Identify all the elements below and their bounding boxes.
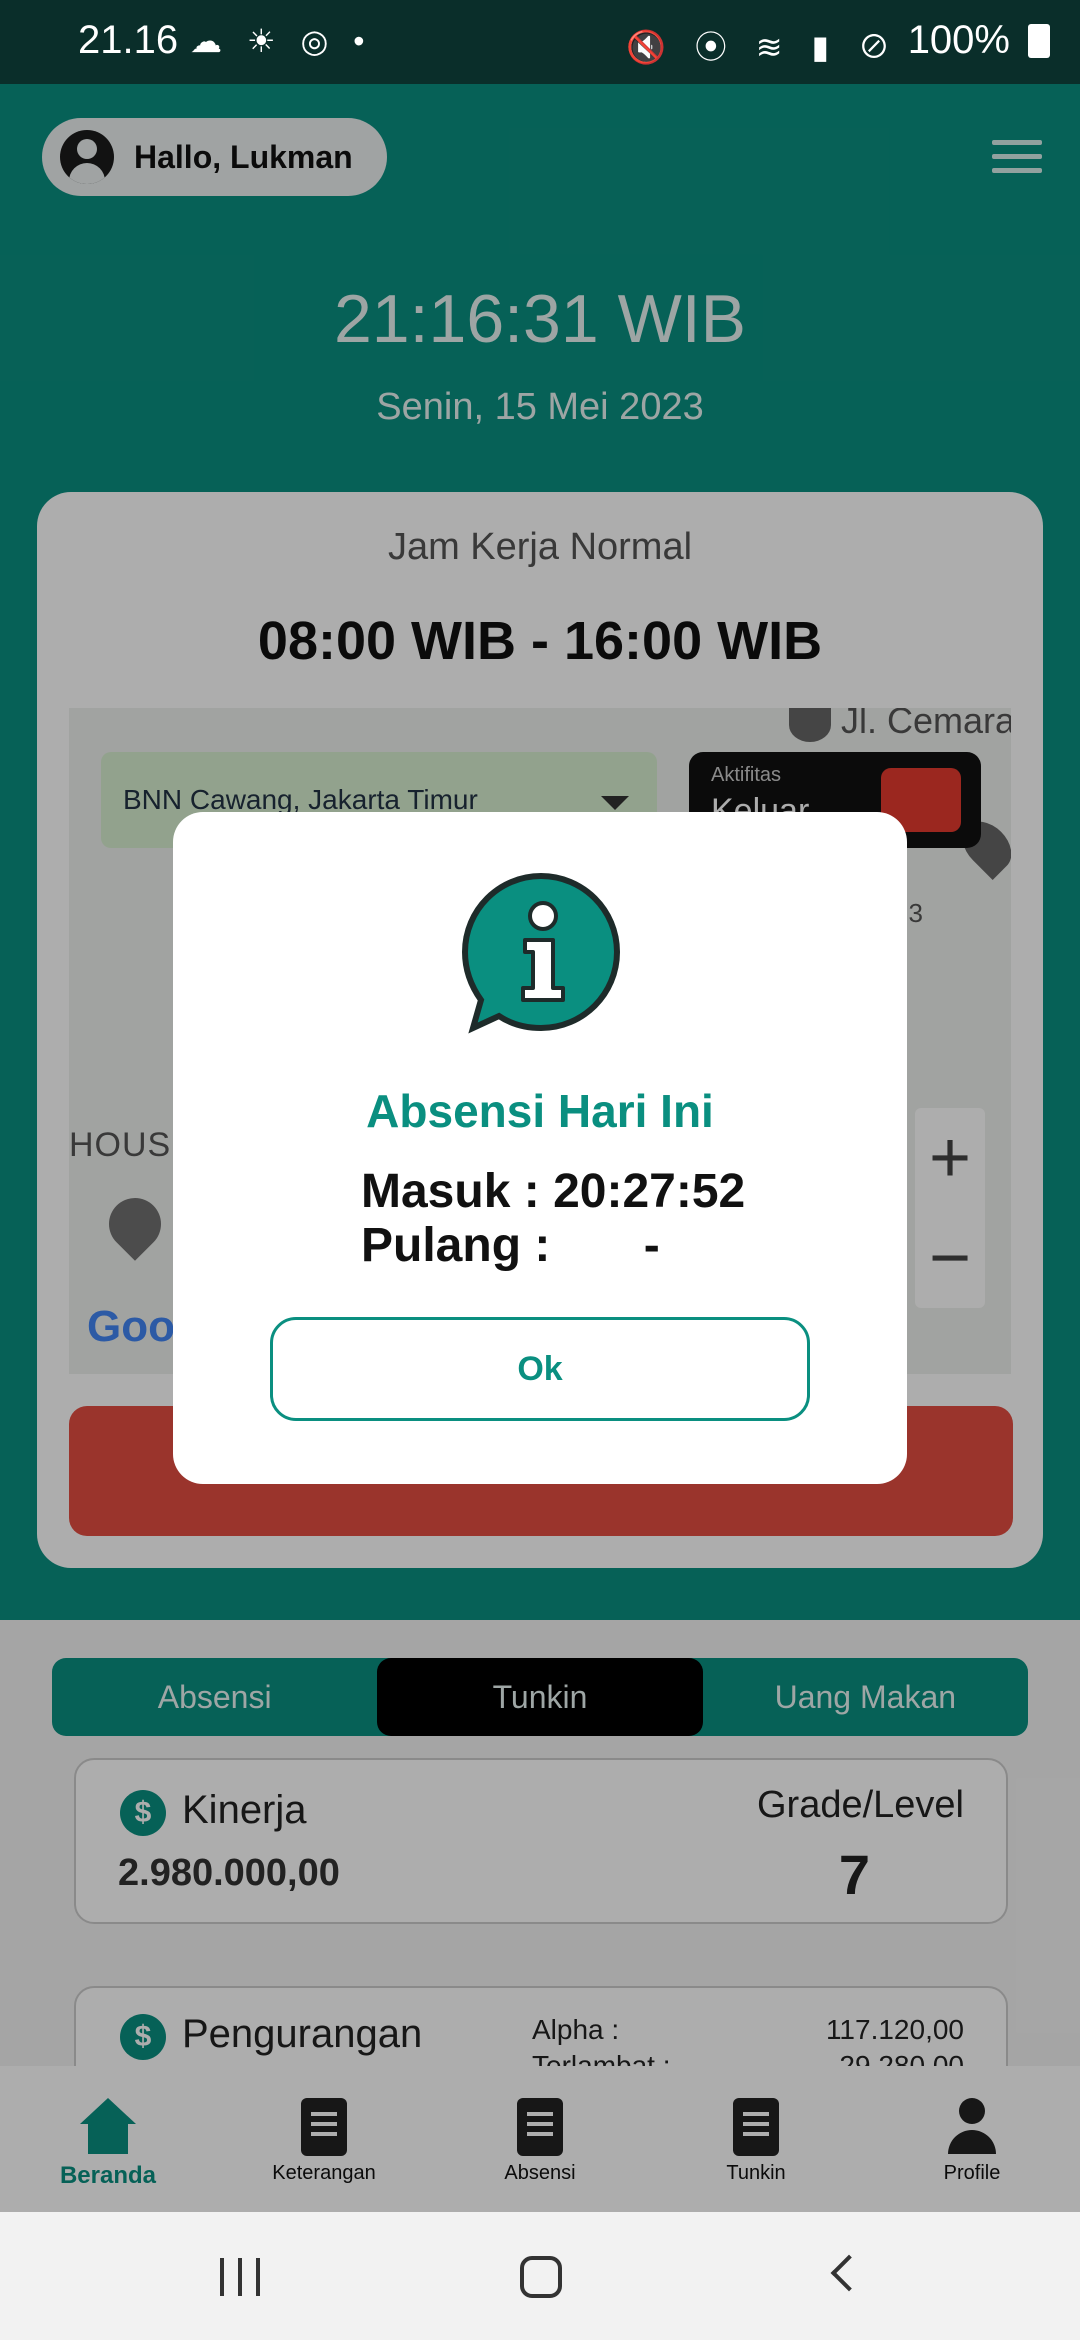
masuk-row: Masuk : 20:27:52 xyxy=(361,1164,745,1219)
masuk-value: 20:27:52 xyxy=(553,1165,746,1218)
masuk-label: Masuk : xyxy=(361,1165,540,1218)
notification-icons: ☁ ☀ ◎ • xyxy=(190,23,373,59)
attendance-dialog: Absensi Hari Ini Masuk : 20:27:52 Pulang… xyxy=(173,812,907,1484)
recent-apps-icon[interactable] xyxy=(220,2258,262,2296)
pulang-row: Pulang : - xyxy=(361,1218,660,1273)
system-navigation-bar xyxy=(0,2212,1080,2340)
status-bar: 21.16 ☁ ☀ ◎ • 🔇 ⦿ ≋ ▮ ⊘ 100% xyxy=(0,0,1080,84)
battery-icon xyxy=(1028,24,1050,58)
battery-percentage: 100% xyxy=(907,18,1010,62)
info-icon xyxy=(461,872,621,1034)
home-button-icon[interactable] xyxy=(520,2256,562,2298)
pulang-value: - xyxy=(643,1219,660,1272)
ok-button[interactable]: Ok xyxy=(270,1317,810,1421)
status-time: 21.16 xyxy=(78,18,179,62)
back-icon[interactable] xyxy=(830,2254,868,2292)
pulang-label: Pulang : xyxy=(361,1219,551,1272)
dialog-title: Absensi Hari Ini xyxy=(366,1085,714,1137)
system-status-icons: 🔇 ⦿ ≋ ▮ ⊘ xyxy=(626,29,900,65)
